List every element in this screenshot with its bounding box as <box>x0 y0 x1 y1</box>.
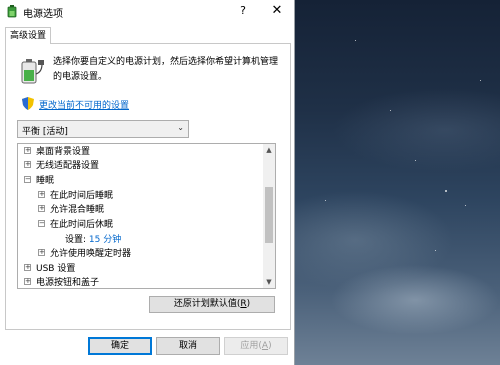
expand-icon[interactable]: + <box>24 264 31 271</box>
power-options-icon <box>7 5 17 18</box>
collapse-icon[interactable]: − <box>38 220 45 227</box>
tree-item-sleep-after[interactable]: + 在此时间后睡眠 <box>38 189 113 204</box>
power-plan-dropdown[interactable]: 平衡 [活动] ⌄ <box>17 120 189 138</box>
tree-item-label: 允许混合睡眠 <box>50 205 105 215</box>
tree-item-sleep[interactable]: − 睡眠 <box>24 174 54 189</box>
window-title: 电源选项 <box>23 9 63 20</box>
tree-item-setting[interactable]: 设置: 15 分钟 <box>65 233 121 248</box>
expand-icon[interactable]: + <box>38 191 45 198</box>
expand-icon[interactable]: + <box>24 147 31 154</box>
cancel-button[interactable]: 取消 <box>156 337 220 355</box>
tree-item-usb-settings[interactable]: + USB 设置 <box>24 262 75 277</box>
expand-icon[interactable]: + <box>38 249 45 256</box>
ok-button[interactable]: 确定 <box>88 337 152 355</box>
tree-item-label: USB 设置 <box>36 264 76 274</box>
tree-item-label: 在此时间后睡眠 <box>50 191 114 201</box>
title-bar[interactable]: 电源选项 ? ✕ <box>0 0 294 22</box>
tree-item-wireless-adapter[interactable]: + 无线适配器设置 <box>24 159 99 174</box>
uac-shield-icon <box>22 97 34 110</box>
expand-icon[interactable]: + <box>24 278 31 285</box>
tree-item-power-buttons-lid[interactable]: + 电源按钮和盖子 <box>24 276 100 288</box>
tree-item-label: 无线适配器设置 <box>36 161 100 171</box>
tree-item-wake-timers[interactable]: + 允许使用唤醒定时器 <box>38 247 131 262</box>
tree-item-hybrid-sleep[interactable]: + 允许混合睡眠 <box>38 203 104 218</box>
tree-item-desktop-background[interactable]: + 桌面背景设置 <box>24 145 90 160</box>
setting-label: 设置: <box>65 235 87 245</box>
scroll-up-icon[interactable]: ▲ <box>263 144 275 156</box>
tab-advanced-settings[interactable]: 高级设置 <box>5 27 51 44</box>
tree-item-label: 在此时间后休眠 <box>50 220 114 230</box>
change-unavailable-settings-link[interactable]: 更改当前不可用的设置 <box>39 98 129 111</box>
collapse-icon[interactable]: − <box>24 176 31 183</box>
power-options-dialog: 电源选项 ? ✕ 高级设置 选择你要自定义的电源计划，然后选择你希望计算机管理的… <box>0 0 295 365</box>
close-button[interactable]: ✕ <box>268 2 286 20</box>
expand-icon[interactable]: + <box>38 205 45 212</box>
tree-item-label: 睡眠 <box>36 176 55 186</box>
tree-item-hibernate-after[interactable]: − 在此时间后休眠 <box>38 218 113 233</box>
battery-plug-icon <box>21 59 44 84</box>
apply-button[interactable]: 应用(A) <box>224 337 288 355</box>
scroll-down-icon[interactable]: ▼ <box>263 276 275 288</box>
tree-item-label: 允许使用唤醒定时器 <box>50 249 132 259</box>
scrollbar-thumb[interactable] <box>265 187 273 243</box>
tree-item-label: 电源按钮和盖子 <box>36 278 100 288</box>
chevron-down-icon: ⌄ <box>177 123 184 132</box>
help-button[interactable]: ? <box>234 2 252 20</box>
selected-plan: 平衡 [活动] <box>22 127 68 137</box>
setting-value[interactable]: 15 分钟 <box>89 235 121 245</box>
settings-tree[interactable]: + 桌面背景设置 + 无线适配器设置 − 睡眠 + 在此时间后睡眠 + 允许混合睡眠 − 在… <box>17 143 276 289</box>
expand-icon[interactable]: + <box>24 161 31 168</box>
vertical-scrollbar[interactable]: ▲ ▼ <box>263 144 275 288</box>
desktop-wallpaper <box>295 0 500 365</box>
description-text: 选择你要自定义的电源计划，然后选择你希望计算机管理的电源设置。 <box>53 57 279 82</box>
restore-plan-defaults-button[interactable]: 还原计划默认值(R) <box>149 296 275 313</box>
tree-item-label: 桌面背景设置 <box>36 147 91 157</box>
